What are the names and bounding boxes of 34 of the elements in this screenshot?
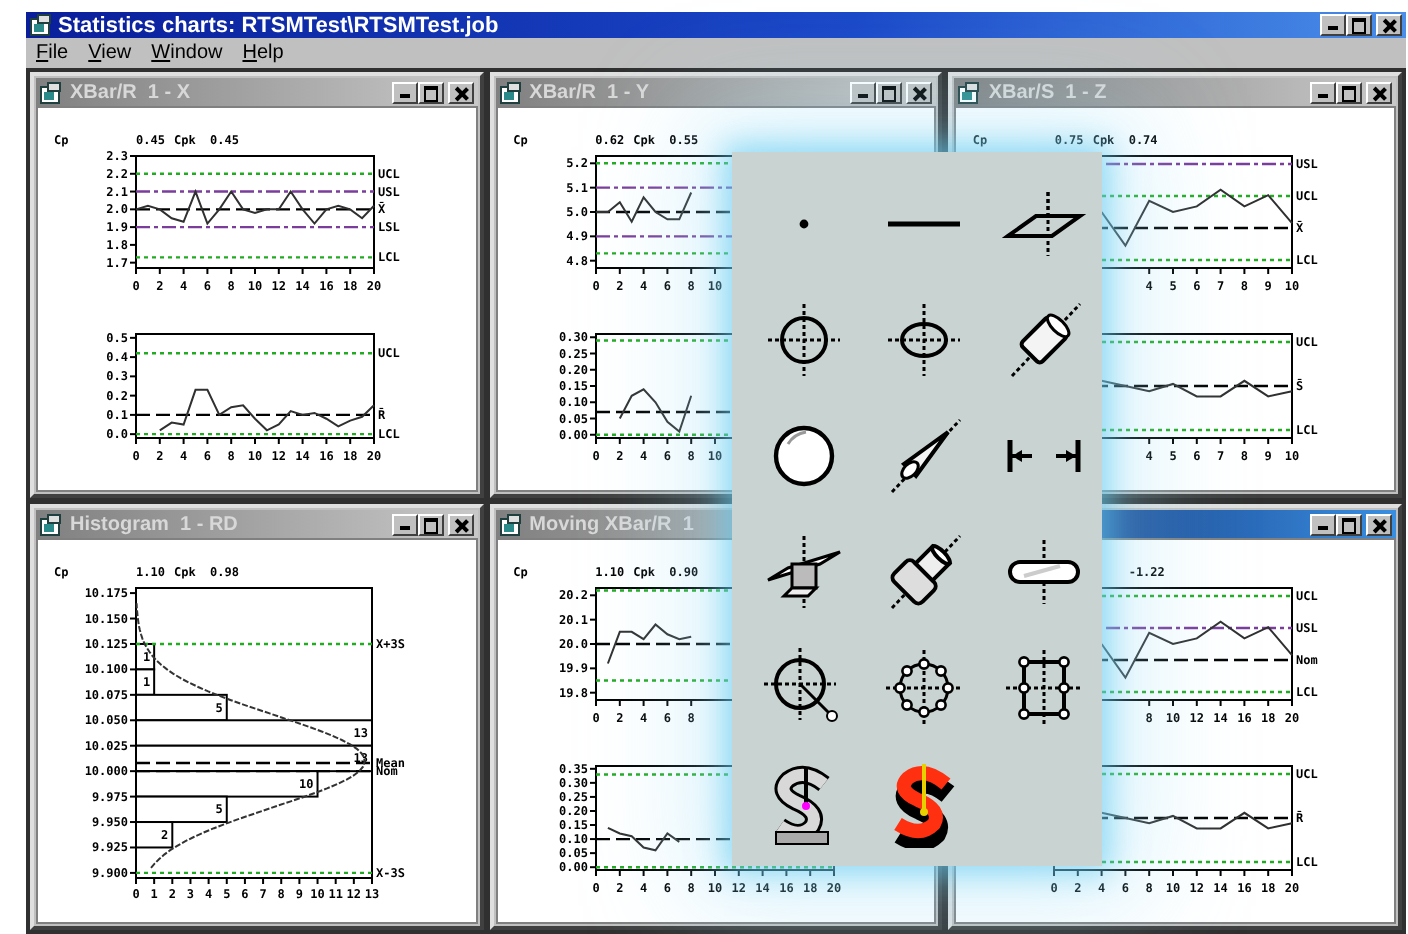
window-title: XBar/S 1 - Z [988, 81, 1109, 103]
close-button[interactable] [447, 513, 474, 535]
data-line [594, 191, 692, 224]
minimize-button[interactable] [391, 81, 418, 103]
maximize-button[interactable] [1336, 513, 1362, 535]
data-line [606, 826, 680, 852]
title-bar[interactable]: Statistics charts: RTSMTest\RTSMTest.job [26, 12, 1406, 38]
close-button[interactable] [1366, 81, 1392, 103]
maximize-button[interactable] [1336, 81, 1362, 103]
window-title: Statistics charts: RTSMTest\RTSMTest.job [58, 13, 501, 37]
menu-item[interactable]: Help [236, 42, 290, 64]
maximize-button[interactable] [876, 81, 903, 103]
data-line [618, 388, 692, 434]
close-button[interactable] [906, 81, 933, 103]
maximize-button[interactable] [417, 81, 444, 103]
maximize-button[interactable] [1346, 14, 1372, 36]
minimize-button[interactable] [1320, 14, 1346, 36]
data-line [606, 623, 692, 665]
window-title: XBar/R 1 - Y [529, 81, 651, 103]
minimize-button[interactable] [850, 81, 877, 103]
menu-item[interactable]: Window [145, 42, 229, 64]
histogram-bar [135, 642, 156, 671]
close-button[interactable] [1376, 14, 1402, 36]
menu-item[interactable]: View [82, 42, 138, 64]
menu-item[interactable]: File [30, 42, 75, 64]
minimize-button[interactable] [1310, 513, 1336, 535]
close-button[interactable] [447, 81, 474, 103]
minimize-button[interactable] [391, 513, 418, 535]
minimize-button[interactable] [1310, 81, 1336, 103]
close-button[interactable] [1366, 513, 1392, 535]
app-icon [30, 14, 52, 36]
window-title: XBar/R 1 - X [70, 81, 193, 103]
maximize-button[interactable] [417, 513, 444, 535]
window-title: Histogram 1 - RD [70, 513, 240, 535]
